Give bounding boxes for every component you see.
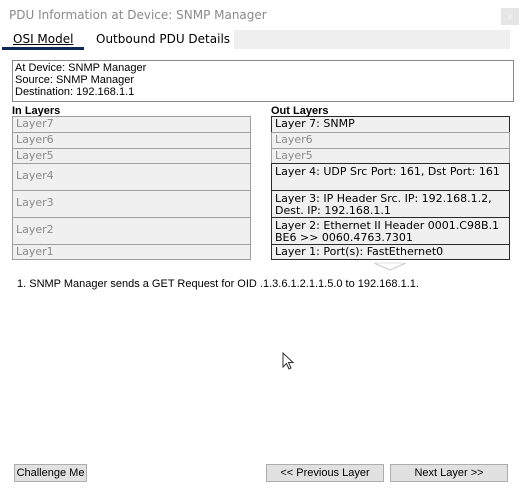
out-layer-3[interactable]: Layer 3: IP Header Src. IP: 192.168.1.2,… xyxy=(271,190,510,218)
active-tab-indicator xyxy=(2,47,84,50)
step-message: 1. SNMP Manager sends a GET Request for … xyxy=(17,278,419,290)
challenge-me-button[interactable]: Challenge Me xyxy=(14,464,87,482)
in-layer-2[interactable]: Layer2 xyxy=(12,217,251,245)
tab-outbound-pdu-details-label: Outbound PDU Details xyxy=(96,32,231,46)
in-layer-7[interactable]: Layer7 xyxy=(12,116,251,133)
at-device-text: At Device: SNMP Manager xyxy=(15,62,147,74)
tab-bar: OSI Model Outbound PDU Details xyxy=(0,30,522,50)
device-info-box: At Device: SNMP Manager Source: SNMP Man… xyxy=(12,60,514,102)
mouse-cursor-icon xyxy=(282,352,295,370)
out-layer-1[interactable]: Layer 1: Port(s): FastEthernet0 xyxy=(271,244,510,260)
close-button[interactable]: x xyxy=(501,8,519,25)
source-text: Source: SNMP Manager xyxy=(15,74,135,86)
destination-text: Destination: 192.168.1.1 xyxy=(15,86,135,98)
window-title: PDU Information at Device: SNMP Manager xyxy=(9,8,267,22)
tab-bar-filler xyxy=(234,30,510,49)
out-layer-2[interactable]: Layer 2: Ethernet II Header 0001.C98B.1B… xyxy=(271,217,510,245)
out-layer-4[interactable]: Layer 4: UDP Src Port: 161, Dst Port: 16… xyxy=(271,163,510,191)
in-layer-6[interactable]: Layer6 xyxy=(12,132,251,149)
tab-outbound-pdu-details[interactable]: Outbound PDU Details xyxy=(96,30,230,48)
in-layer-3[interactable]: Layer3 xyxy=(12,190,251,218)
tab-osi-model-label: OSI Model xyxy=(13,32,74,46)
out-layer-7[interactable]: Layer 7: SNMP xyxy=(271,116,510,133)
previous-layer-button[interactable]: << Previous Layer xyxy=(266,464,384,482)
chevron-down-icon xyxy=(373,262,407,271)
out-layer-5[interactable]: Layer5 xyxy=(271,148,510,164)
tab-osi-model[interactable]: OSI Model xyxy=(13,30,73,48)
in-layer-1[interactable]: Layer1 xyxy=(12,244,251,260)
close-icon: x xyxy=(507,11,513,22)
next-layer-button[interactable]: Next Layer >> xyxy=(390,464,508,482)
in-layer-4[interactable]: Layer4 xyxy=(12,163,251,191)
in-layer-5[interactable]: Layer5 xyxy=(12,148,251,164)
out-layer-6[interactable]: Layer6 xyxy=(271,132,510,149)
